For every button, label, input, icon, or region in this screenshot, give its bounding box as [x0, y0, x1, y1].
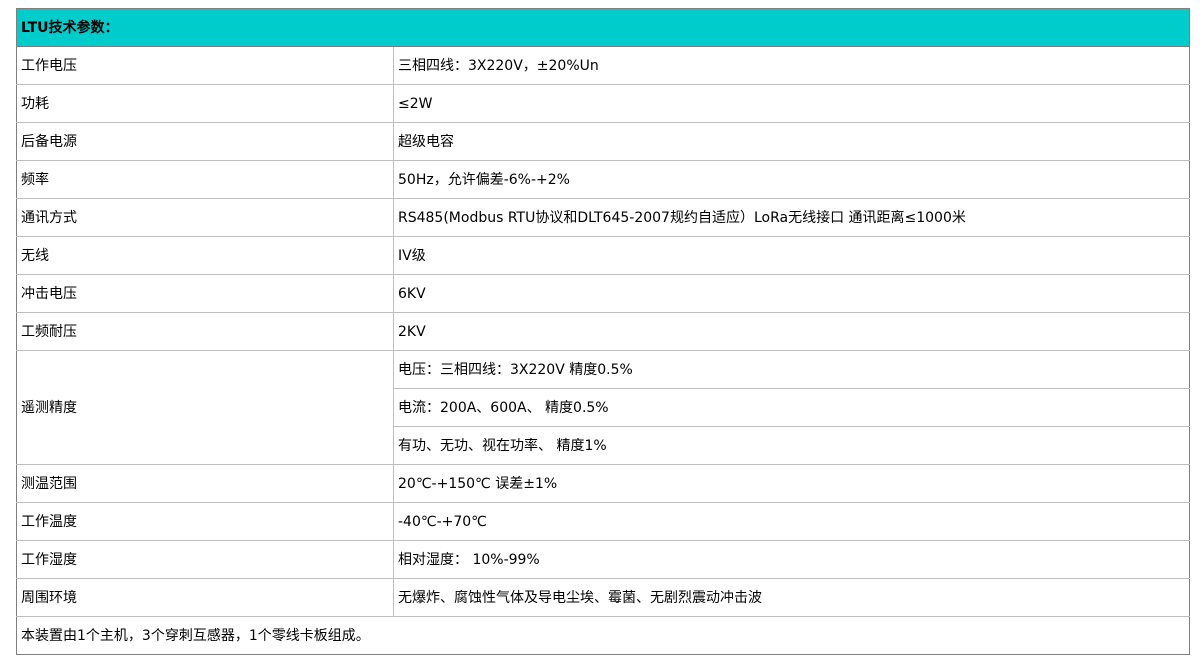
table-row: 工作温度 -40℃-+70℃: [16, 502, 1190, 541]
row-value: 三相四线：3X220V，±20%Un: [393, 46, 1190, 85]
table-row: 冲击电压 6KV: [16, 274, 1190, 313]
row-value: -40℃-+70℃: [393, 502, 1190, 541]
row-label: 周围环境: [16, 578, 394, 617]
table-row: 后备电源 超级电容: [16, 122, 1190, 161]
row-label: 通讯方式: [16, 198, 394, 237]
table-title: LTU技术参数：: [16, 8, 1190, 47]
row-label: 工频耐压: [16, 312, 394, 351]
row-value: ≤2W: [393, 84, 1190, 123]
row-label: 冲击电压: [16, 274, 394, 313]
table-row: 工频耐压 2KV: [16, 312, 1190, 351]
table-footer-note: 本装置由1个主机，3个穿刺互感器，1个零线卡板组成。: [16, 616, 1190, 655]
table-row: 频率 50Hz，允许偏差-6%-+2%: [16, 160, 1190, 199]
row-label: 无线: [16, 236, 394, 275]
row-label: 工作电压: [16, 46, 394, 85]
row-value: 20℃-+150℃ 误差±1%: [393, 464, 1190, 503]
table-row: 功耗 ≤2W: [16, 84, 1190, 123]
row-value: 超级电容: [393, 122, 1190, 161]
row-value: RS485(Modbus RTU协议和DLT645-2007规约自适应）LoRa…: [393, 198, 1190, 237]
row-label: 遥测精度: [16, 350, 394, 465]
table-footer-row: 本装置由1个主机，3个穿刺互感器，1个零线卡板组成。: [16, 616, 1190, 655]
row-value: IV级: [393, 236, 1190, 275]
table-row: 工作电压 三相四线：3X220V，±20%Un: [16, 46, 1190, 85]
ltu-spec-table: LTU技术参数： 工作电压 三相四线：3X220V，±20%Un 功耗 ≤2W …: [16, 8, 1190, 655]
row-label: 功耗: [16, 84, 394, 123]
row-value: 50Hz，允许偏差-6%-+2%: [393, 160, 1190, 199]
table-row: 通讯方式 RS485(Modbus RTU协议和DLT645-2007规约自适应…: [16, 198, 1190, 237]
spec-sheet: LTU技术参数： 工作电压 三相四线：3X220V，±20%Un 功耗 ≤2W …: [16, 8, 1190, 655]
row-value: 2KV: [393, 312, 1190, 351]
row-value: 电压：三相四线：3X220V 精度0.5%: [393, 350, 1190, 389]
row-value: 有功、无功、视在功率、 精度1%: [393, 426, 1190, 465]
table-row: 遥测精度 电压：三相四线：3X220V 精度0.5%: [16, 350, 1190, 465]
row-label: 频率: [16, 160, 394, 199]
row-label: 工作湿度: [16, 540, 394, 579]
table-header-row: LTU技术参数：: [16, 8, 1190, 47]
row-value: 无爆炸、腐蚀性气体及导电尘埃、霉菌、无剧烈震动冲击波: [393, 578, 1190, 617]
table-row: 无线 IV级: [16, 236, 1190, 275]
table-row: 工作湿度 相对湿度： 10%-99%: [16, 540, 1190, 579]
table-row: 测温范围 20℃-+150℃ 误差±1%: [16, 464, 1190, 503]
row-value: 电流：200A、600A、 精度0.5%: [393, 388, 1190, 427]
row-value: 6KV: [393, 274, 1190, 313]
row-label: 工作温度: [16, 502, 394, 541]
row-label: 测温范围: [16, 464, 394, 503]
row-label: 后备电源: [16, 122, 394, 161]
table-row: 周围环境 无爆炸、腐蚀性气体及导电尘埃、霉菌、无剧烈震动冲击波: [16, 578, 1190, 617]
row-value: 相对湿度： 10%-99%: [393, 540, 1190, 579]
